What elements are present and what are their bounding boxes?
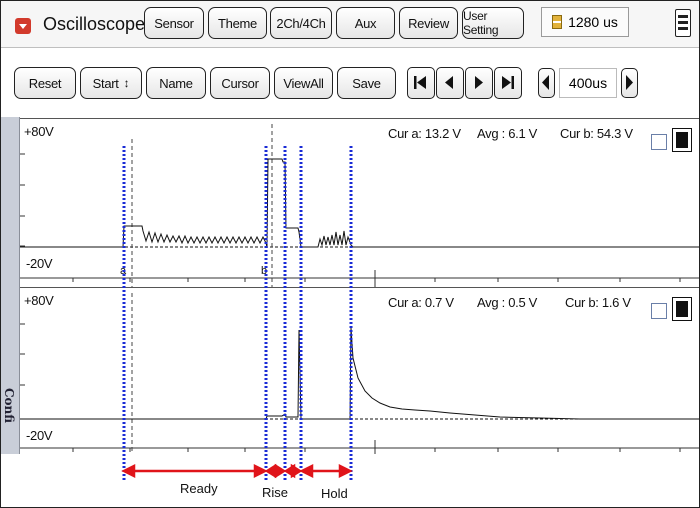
up-down-arrows-icon: ↕: [123, 76, 130, 90]
name-button[interactable]: Name: [146, 67, 206, 99]
channel-2-cursor-a: Cur a: 0.7 V: [388, 295, 454, 310]
timebase-increase-icon[interactable]: [621, 68, 638, 98]
app-title: Oscilloscope: [43, 14, 146, 34]
channel-1-max-label: +80V: [24, 124, 54, 139]
step-forward-icon[interactable]: [465, 67, 493, 99]
channel-1-toggle-icon[interactable]: [672, 128, 692, 152]
time-window-readout: 1280 us: [541, 7, 629, 37]
channel-2-toggle-icon[interactable]: [672, 297, 692, 321]
channel-1-trace-area: a b: [20, 124, 699, 287]
hourglass-icon: [552, 15, 563, 29]
start-button[interactable]: Start ↕: [80, 67, 142, 99]
title-bar: Oscilloscope Sensor Theme 2Ch/4Ch Aux Re…: [1, 1, 699, 48]
cursor-b-marker: b: [261, 265, 267, 277]
save-button[interactable]: Save: [337, 67, 396, 99]
review-button[interactable]: Review: [399, 7, 458, 39]
channel-2-average: Avg : 0.5 V: [477, 295, 538, 310]
channel-2-plot[interactable]: +80V -20V Cur a: 0.7 V Avg : 0.5 V Cur b…: [20, 287, 699, 454]
theme-button[interactable]: Theme: [208, 7, 267, 39]
ready-phase-label: Ready: [180, 481, 218, 496]
channels-button[interactable]: 2Ch/4Ch: [270, 7, 332, 39]
time-window-value: 1280 us: [568, 14, 618, 30]
cursor-button[interactable]: Cursor: [210, 67, 270, 99]
timebase-value[interactable]: 400us: [559, 68, 617, 98]
channel-2-max-label: +80V: [24, 293, 54, 308]
reset-button[interactable]: Reset: [14, 67, 76, 99]
config-sidebar-label: Confi: [2, 388, 16, 424]
cursor-a-marker: a: [120, 265, 127, 277]
view-all-button[interactable]: ViewAll: [274, 67, 333, 99]
app-menu-icon[interactable]: [15, 18, 31, 34]
channel-1-checkbox[interactable]: [651, 134, 667, 150]
channel-2-cursor-b: Cur b: 1.6 V: [565, 295, 631, 310]
channel-1-min-label: -20V: [26, 256, 53, 271]
toolbar: Reset Start ↕ Name Cursor ViewAll Save 4…: [1, 60, 699, 104]
hamburger-menu-icon[interactable]: [675, 9, 691, 37]
start-label: Start: [92, 75, 119, 91]
channel-2-checkbox[interactable]: [651, 303, 667, 319]
timebase-decrease-icon[interactable]: [538, 68, 555, 98]
channel-1-average: Avg : 6.1 V: [477, 126, 538, 141]
channel-1-plot[interactable]: a b +80V -20V Cur a: 13.2 V Avg : 6.1 V …: [20, 118, 699, 287]
user-setting-button[interactable]: User Setting: [462, 7, 524, 39]
sensor-button[interactable]: Sensor: [144, 7, 204, 39]
rise-phase-label: Rise: [262, 485, 289, 500]
aux-button[interactable]: Aux: [336, 7, 395, 39]
channel-1-label-box: [202, 122, 254, 148]
channel-2-min-label: -20V: [26, 428, 53, 443]
skip-to-end-icon[interactable]: [494, 67, 522, 99]
step-back-icon[interactable]: [436, 67, 464, 99]
skip-to-start-icon[interactable]: [407, 67, 435, 99]
hold-phase-label: Hold: [321, 486, 348, 501]
channel-2-label-box: [205, 291, 253, 323]
channel-1-cursor-a: Cur a: 13.2 V: [388, 126, 461, 141]
channel-1-cursor-b: Cur b: 54.3 V: [560, 126, 633, 141]
channel-2-trace-area: [20, 293, 699, 454]
